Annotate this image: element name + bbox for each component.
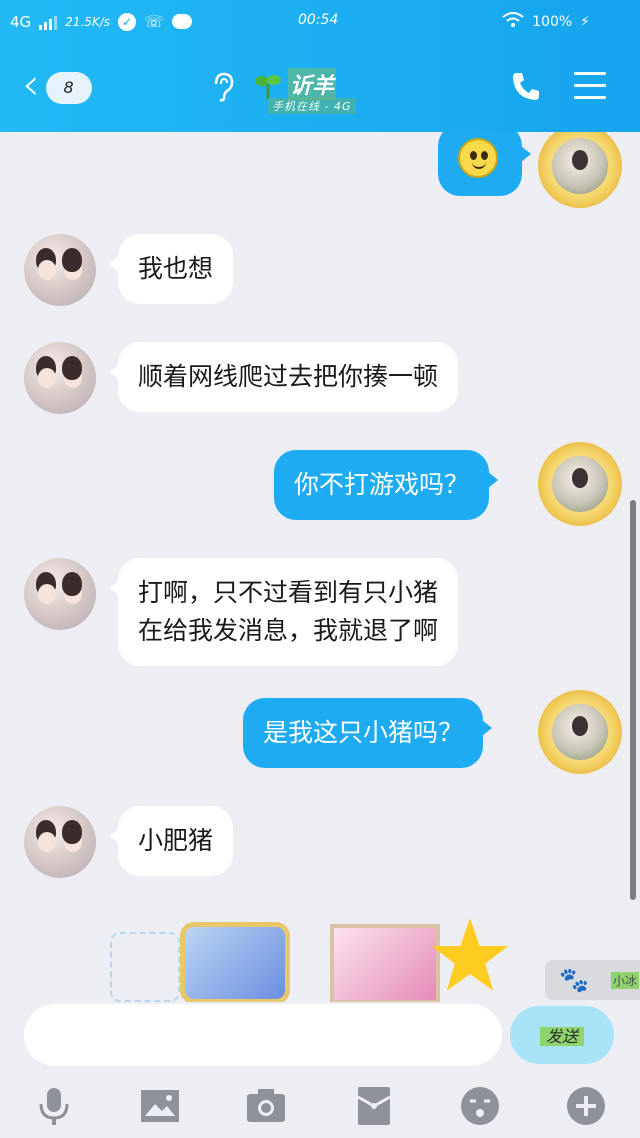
status-time: 00:54 xyxy=(298,12,339,28)
contact-avatar[interactable] xyxy=(24,806,96,878)
snowflake-sticker[interactable] xyxy=(110,932,180,1002)
photo-card-sticker[interactable] xyxy=(330,924,440,1004)
message-text: 顺着网线爬过去把你揍一顿 xyxy=(138,362,439,391)
outgoing-message-bubble[interactable]: 你不打游戏吗？ xyxy=(274,450,499,520)
message-text: 你不打游戏吗？ xyxy=(294,470,470,499)
camera-icon[interactable] xyxy=(244,1084,288,1128)
message-input[interactable] xyxy=(24,1004,502,1066)
menu-icon[interactable] xyxy=(574,72,606,108)
star-character-sticker[interactable] xyxy=(431,918,509,991)
battery-level: 100% xyxy=(532,14,573,30)
charging-icon: ⚡ xyxy=(580,14,590,30)
contact-avatar[interactable] xyxy=(24,558,96,630)
sticker-side-label: 小冰 xyxy=(611,972,640,989)
sticker-side-tab[interactable]: 🐾 小冰 xyxy=(545,960,640,1000)
incoming-message-bubble[interactable]: 打啊，只不过看到有只小猪 在给我发消息，我就退了啊 xyxy=(108,558,459,666)
contact-avatar[interactable] xyxy=(24,234,96,306)
paw-icon: 🐾 xyxy=(559,966,589,994)
sticker-face-icon[interactable] xyxy=(458,1084,502,1128)
outgoing-message-bubble[interactable]: 是我这只小猪吗？ xyxy=(243,698,493,768)
contact-status: 手机在线 - 4G xyxy=(268,98,356,114)
send-button-label: 发送 xyxy=(539,1027,584,1046)
message-notification-icon xyxy=(172,14,193,29)
my-avatar[interactable] xyxy=(538,690,622,774)
my-avatar[interactable] xyxy=(538,442,622,526)
contact-name[interactable]: 䜣羊 xyxy=(288,68,337,100)
message-text: 我也想 xyxy=(138,254,214,283)
message-text: 小肥猪 xyxy=(138,826,214,855)
network-type: 4G xyxy=(10,12,32,31)
input-toolbar xyxy=(0,1078,640,1138)
red-packet-icon[interactable] xyxy=(352,1084,396,1128)
incoming-message-bubble[interactable]: 顺着网线爬过去把你揍一顿 xyxy=(108,342,459,412)
plus-icon[interactable] xyxy=(564,1084,608,1128)
chevron-left-icon: ‹ xyxy=(22,59,40,110)
image-icon[interactable] xyxy=(138,1084,182,1128)
wifi-icon xyxy=(502,12,524,32)
unread-badge: 8 xyxy=(45,72,92,104)
my-avatar[interactable] xyxy=(538,132,622,208)
phone-call-icon[interactable] xyxy=(510,70,542,106)
chat-header: 4G 21.5K/s ✓ ☏ 00:54 100% ⚡ ‹ 8 䜣羊 手机在线 … xyxy=(0,0,640,132)
send-button[interactable]: 发送 xyxy=(510,1006,614,1064)
message-text-line: 打啊，只不过看到有只小猪 xyxy=(138,578,439,607)
outgoing-emoji-bubble[interactable] xyxy=(438,132,531,196)
sticker-suggestions xyxy=(100,912,520,1004)
message-list[interactable]: 我也想 顺着网线爬过去把你揍一顿 你不打游戏吗？ 打啊，只不过看到有只小猪 在给… xyxy=(0,132,640,1002)
ear-icon[interactable] xyxy=(212,72,234,106)
network-speed: 21.5K/s xyxy=(65,14,111,29)
smiley-emoji-icon xyxy=(458,138,498,178)
composer: 发送 xyxy=(0,1002,640,1072)
message-text-line: 在给我发消息，我就退了啊 xyxy=(138,616,439,645)
status-bar: 4G 21.5K/s ✓ ☏ 00:54 100% ⚡ xyxy=(0,0,640,44)
check-icon: ✓ xyxy=(118,12,137,31)
contact-avatar[interactable] xyxy=(24,342,96,414)
scrollbar[interactable] xyxy=(630,500,636,900)
microphone-icon[interactable] xyxy=(32,1084,76,1128)
back-button[interactable]: ‹ 8 xyxy=(22,59,102,110)
signal-icon xyxy=(39,14,58,30)
missed-call-icon: ☏ xyxy=(144,12,165,31)
crystal-frame-sticker[interactable] xyxy=(180,922,290,1004)
title-bar: ‹ 8 䜣羊 手机在线 - 4G xyxy=(0,60,640,120)
message-text: 是我这只小猪吗？ xyxy=(263,718,464,747)
incoming-message-bubble[interactable]: 我也想 xyxy=(108,234,234,304)
incoming-message-bubble[interactable]: 小肥猪 xyxy=(108,806,234,876)
